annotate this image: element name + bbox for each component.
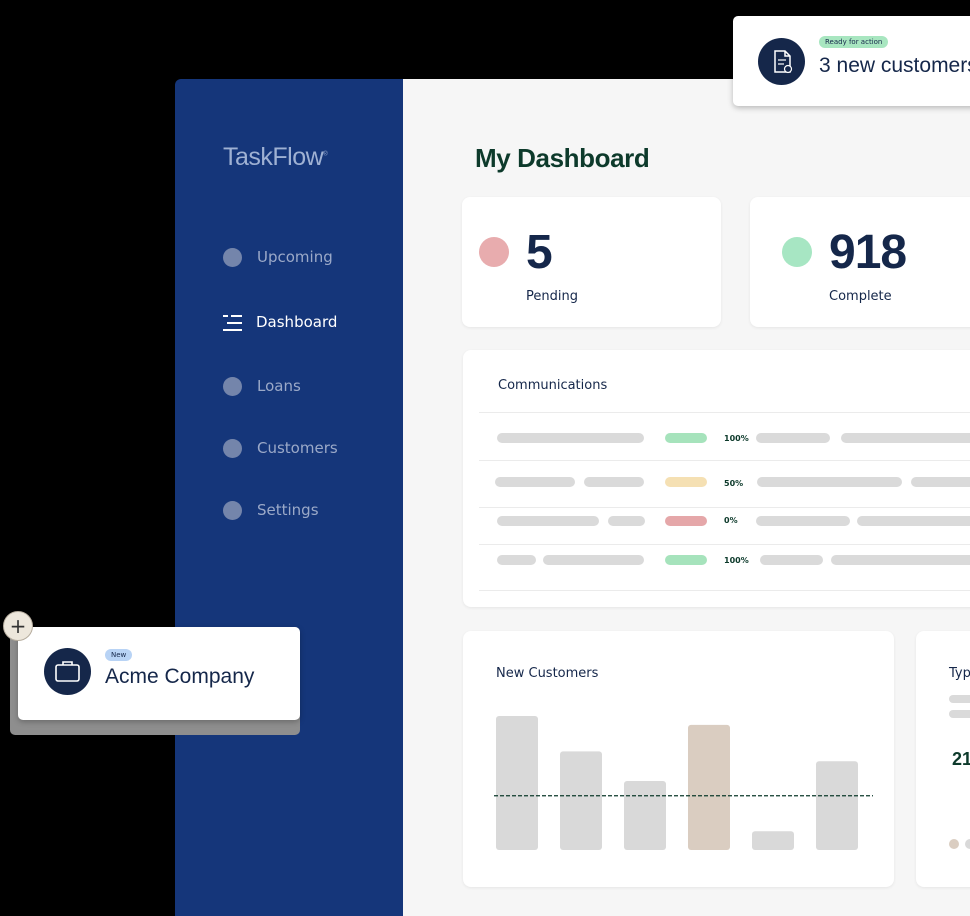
legend-dot — [949, 839, 959, 849]
sidebar-item-upcoming[interactable]: Upcoming — [223, 245, 333, 269]
status-badge: Ready for action — [819, 36, 889, 48]
chart-bar[interactable] — [496, 715, 538, 850]
stat-card-pending[interactable]: 5 Pending — [462, 197, 721, 327]
placeholder-bar — [911, 477, 970, 487]
placeholder-bar — [949, 710, 970, 718]
status-pill — [665, 516, 707, 526]
sidebar-item-label: Upcoming — [257, 248, 333, 266]
stat-label: Pending — [526, 289, 578, 304]
status-dot — [479, 237, 509, 267]
sidebar-item-label: Dashboard — [256, 313, 338, 331]
card-title: Typ — [949, 666, 970, 681]
chart-bar[interactable] — [624, 781, 666, 850]
placeholder-bar — [857, 516, 970, 526]
chart-bar[interactable] — [752, 831, 794, 850]
notification-card[interactable]: Ready for action 3 new customers — [733, 16, 970, 106]
percent-label: 100% — [724, 556, 749, 565]
placeholder-bar — [756, 433, 830, 443]
type-card: Typ 21 — [916, 631, 970, 887]
status-dot — [782, 237, 812, 267]
placeholder-bar — [831, 555, 970, 565]
percent-label: 0% — [724, 516, 738, 525]
notification-text: 3 new customers — [819, 54, 970, 77]
placeholder-bar — [756, 516, 850, 526]
sidebar-item-dashboard[interactable]: Dashboard — [223, 310, 337, 334]
stat-label: Complete — [829, 289, 892, 304]
list-icon — [223, 313, 242, 332]
placeholder-bar — [608, 516, 645, 526]
circle-icon — [223, 500, 242, 520]
placeholder-bar — [757, 477, 902, 487]
new-customers-card: New Customers — [463, 631, 894, 887]
table-row[interactable]: 50% — [479, 460, 970, 508]
stat-value: 5 — [526, 226, 553, 279]
add-button[interactable]: + — [3, 611, 33, 641]
placeholder-bar — [760, 555, 823, 565]
placeholder-bar — [841, 433, 970, 443]
percent-label: 100% — [724, 434, 749, 443]
stat-value: 918 — [829, 226, 907, 279]
brand-mark: ® — [323, 151, 328, 158]
sidebar: TaskFlow® Upcoming Dashboard Loans Custo… — [175, 79, 403, 916]
type-card-number: 21 — [952, 749, 970, 769]
placeholder-bar — [495, 477, 575, 487]
circle-icon — [223, 247, 242, 267]
status-pill — [665, 477, 707, 487]
chart-bar[interactable] — [688, 724, 730, 850]
placeholder-bar — [584, 477, 644, 487]
placeholder-bar — [497, 555, 536, 565]
status-badge: New — [105, 649, 133, 661]
sidebar-item-loans[interactable]: Loans — [223, 374, 301, 398]
plus-icon: + — [9, 614, 27, 638]
briefcase-icon — [44, 648, 91, 695]
percent-label: 50% — [724, 479, 744, 488]
stat-card-complete[interactable]: 918 Complete — [750, 197, 970, 327]
sidebar-item-label: Customers — [257, 439, 338, 457]
placeholder-bar — [543, 555, 644, 565]
circle-icon — [223, 376, 242, 396]
company-name: Acme Company — [105, 665, 255, 688]
company-card[interactable]: New Acme Company — [18, 627, 300, 720]
sidebar-item-customers[interactable]: Customers — [223, 436, 338, 460]
placeholder-bar — [497, 433, 644, 443]
communications-card: Communications 100% 50% 0% 100% — [463, 350, 970, 607]
table-row[interactable]: 100% — [479, 544, 970, 592]
status-pill — [665, 555, 707, 565]
status-pill — [665, 433, 707, 443]
circle-icon — [223, 438, 242, 458]
placeholder-bar — [949, 695, 970, 703]
brand-logo[interactable]: TaskFlow® — [223, 143, 328, 172]
placeholder-bar — [497, 516, 599, 526]
sidebar-item-settings[interactable]: Settings — [223, 498, 319, 522]
table-row[interactable]: 100% — [479, 412, 970, 460]
legend-dot — [965, 839, 970, 849]
chart-bar[interactable] — [560, 751, 602, 850]
main-content: My Dashboard 5 Pending 918 Complete Comm… — [403, 79, 970, 916]
page-title: My Dashboard — [475, 143, 650, 173]
brand-name: TaskFlow — [223, 143, 324, 171]
new-customers-chart — [494, 715, 873, 850]
app-window: TaskFlow® Upcoming Dashboard Loans Custo… — [175, 79, 970, 916]
sidebar-item-label: Loans — [257, 377, 301, 395]
sidebar-item-label: Settings — [257, 501, 319, 519]
chart-bar[interactable] — [816, 761, 858, 850]
document-icon — [758, 38, 805, 85]
card-title: Communications — [498, 378, 608, 393]
